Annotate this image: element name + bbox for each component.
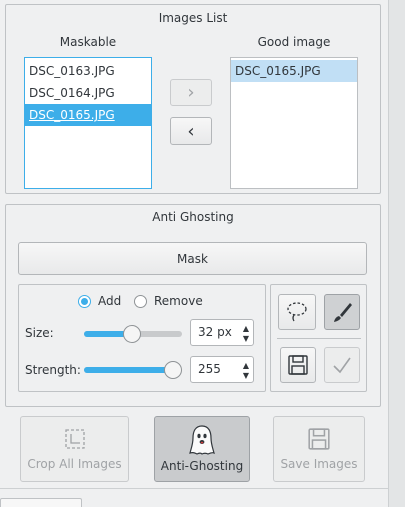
bottom-tab[interactable] — [0, 498, 82, 507]
spin-down-icon[interactable]: ▼ — [243, 371, 249, 380]
list-item[interactable]: DSC_0164.JPG — [25, 82, 151, 104]
add-radio-label: Add — [98, 294, 122, 308]
remove-radio-indicator[interactable] — [134, 294, 147, 308]
lasso-icon — [287, 302, 307, 322]
spin-up-icon[interactable]: ▲ — [243, 361, 249, 370]
checkmark-icon — [333, 357, 351, 374]
good-image-list[interactable]: DSC_0165.JPG — [230, 57, 358, 189]
add-radio-indicator[interactable] — [78, 294, 91, 308]
remove-radio-label: Remove — [154, 294, 203, 308]
mask-button-label: Mask — [177, 251, 208, 266]
size-value: 32 px — [198, 325, 232, 339]
save-images-button[interactable]: Save Images — [273, 416, 365, 482]
strength-slider-fill — [84, 367, 173, 373]
list-item[interactable]: DSC_0165.JPG — [231, 60, 357, 82]
apply-mask-button[interactable] — [324, 347, 360, 383]
chevron-left-icon: ‹ — [187, 120, 195, 142]
lasso-tool-button[interactable] — [278, 294, 316, 330]
mask-button[interactable]: Mask — [18, 242, 367, 275]
chevron-right-icon: › — [187, 82, 195, 103]
size-label: Size: — [25, 326, 54, 340]
crop-all-images-label: Crop All Images — [27, 457, 122, 471]
brush-icon — [334, 303, 352, 322]
strength-slider-handle[interactable] — [164, 361, 182, 379]
maskable-label: Maskable — [59, 35, 117, 49]
strength-slider[interactable] — [84, 360, 182, 380]
anti-ghosting-title: Anti Ghosting — [152, 210, 234, 224]
anti-ghosting-label: Anti-Ghosting — [160, 459, 244, 473]
list-item[interactable]: DSC_0163.JPG — [25, 60, 151, 82]
spin-up-icon[interactable]: ▲ — [243, 324, 249, 333]
floppy-icon — [288, 355, 308, 375]
maskable-list[interactable]: DSC_0163.JPG DSC_0164.JPG DSC_0165.JPG — [24, 57, 152, 189]
good-image-label: Good image — [257, 35, 331, 49]
images-list-title: Images List — [158, 11, 228, 25]
anti-ghosting-button[interactable]: Anti-Ghosting — [154, 416, 250, 482]
save-mask-button[interactable] — [280, 347, 316, 383]
strength-label: Strength: — [25, 363, 81, 377]
list-item[interactable]: DSC_0165.JPG — [25, 104, 151, 126]
strength-spinbox[interactable]: 255 ▲ ▼ — [190, 356, 254, 383]
size-spinbox[interactable]: 32 px ▲ ▼ — [190, 319, 254, 346]
save-icon — [308, 428, 330, 450]
right-gutter — [388, 0, 405, 507]
brush-tool-button[interactable] — [324, 294, 360, 330]
move-to-good-button[interactable]: › — [170, 79, 212, 106]
move-to-maskable-button[interactable]: ‹ — [170, 117, 212, 145]
crop-all-images-button[interactable]: Crop All Images — [20, 416, 129, 482]
ghost-icon — [189, 425, 215, 455]
bottom-divider — [0, 488, 388, 489]
save-images-label: Save Images — [280, 457, 358, 471]
size-slider[interactable] — [84, 324, 182, 344]
size-slider-handle[interactable] — [123, 325, 142, 343]
remove-radio[interactable]: Remove — [134, 293, 203, 309]
tools-divider — [277, 338, 361, 339]
crop-icon — [64, 429, 85, 449]
strength-value: 255 — [198, 362, 221, 376]
add-radio[interactable]: Add — [78, 293, 121, 309]
spin-down-icon[interactable]: ▼ — [243, 334, 249, 343]
